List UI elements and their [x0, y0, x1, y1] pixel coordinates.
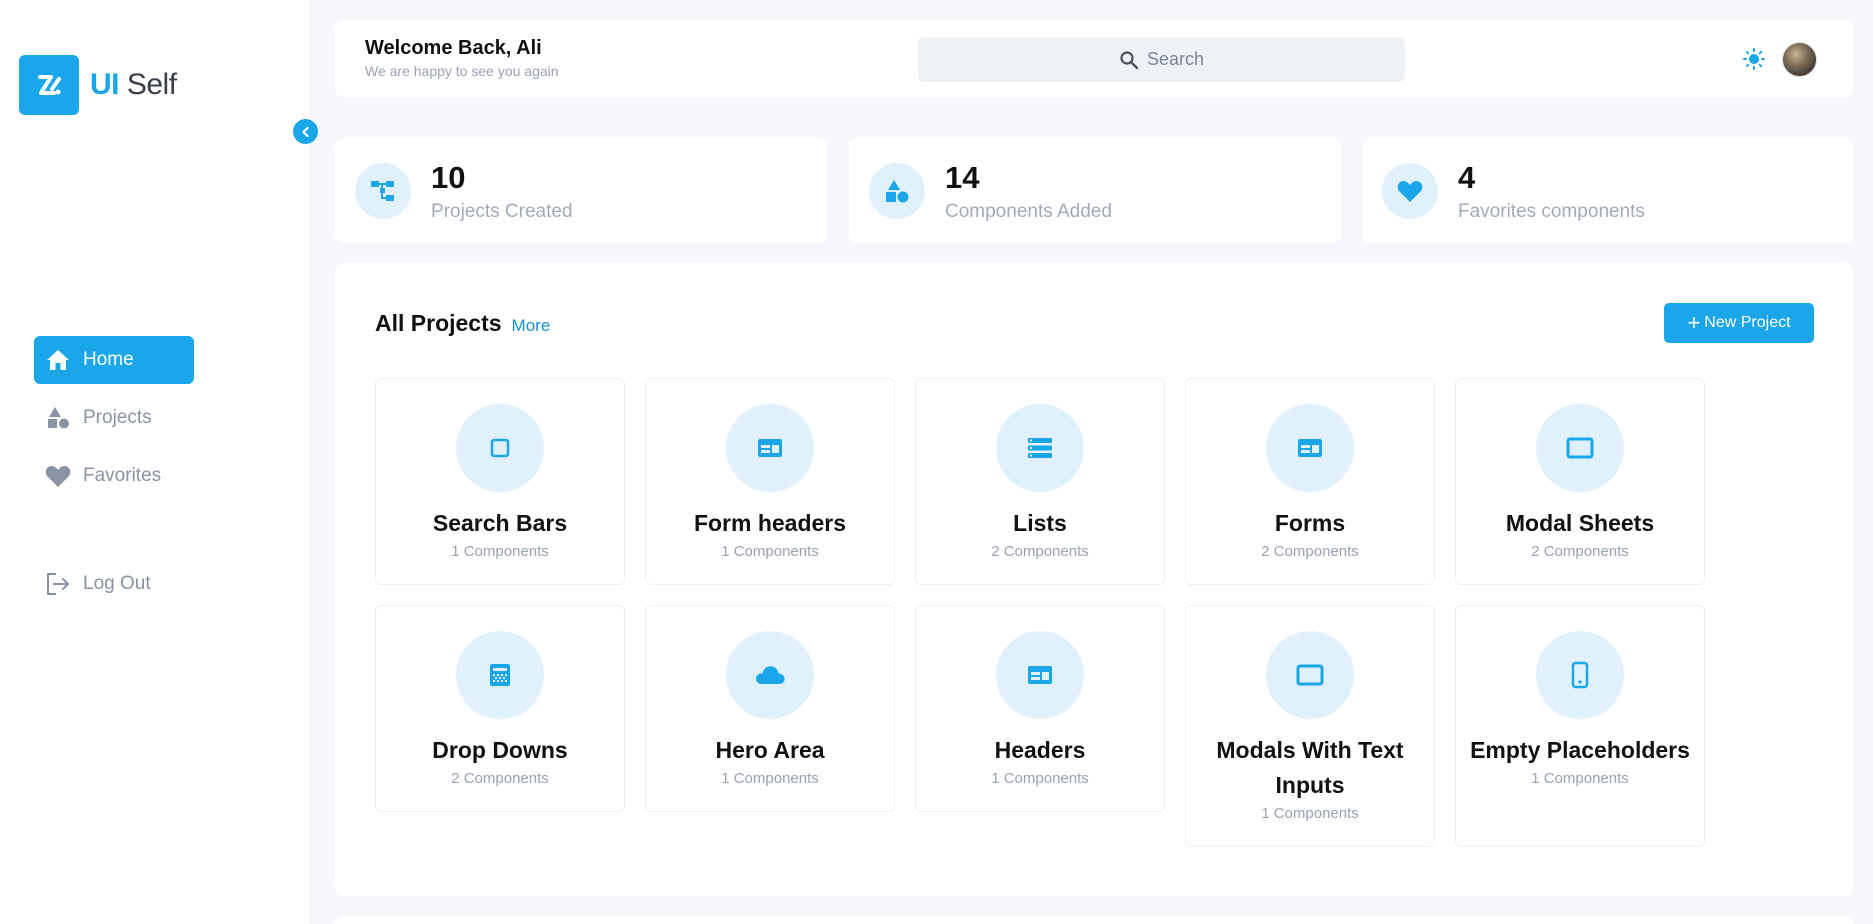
search-placeholder: Search — [1146, 49, 1205, 69]
project-name: Headers — [994, 737, 1086, 763]
logout-button[interactable]: Log Out — [34, 560, 194, 608]
collapse-sidebar-button[interactable] — [293, 119, 318, 144]
chevron-left-icon — [300, 126, 312, 138]
project-card[interactable]: Drop Downs 2 Components — [375, 605, 625, 812]
project-count: 1 Components — [1261, 805, 1359, 822]
home-icon — [45, 347, 71, 373]
modal-input-icon — [1266, 631, 1354, 719]
project-name: Search Bars — [432, 510, 568, 536]
sidebar-item-label: Projects — [83, 407, 152, 428]
project-count: 1 Components — [991, 770, 1089, 787]
new-project-button[interactable]: + New Project — [1664, 303, 1814, 343]
new-project-label: New Project — [1704, 314, 1791, 331]
stat-card-favorites: 4 Favorites components — [1362, 138, 1854, 243]
stat-label: Projects Created — [431, 201, 573, 222]
heart-icon — [1382, 163, 1438, 219]
project-card[interactable]: Hero Area 1 Components — [645, 605, 895, 812]
app-logo[interactable]: UI Self — [19, 55, 177, 115]
stat-label: Components Added — [945, 201, 1112, 222]
form-icon — [1266, 404, 1354, 492]
welcome-title: Welcome Back, Ali — [365, 37, 542, 59]
search-bar[interactable]: Search — [918, 37, 1405, 82]
sidebar-item-label: Favorites — [83, 465, 162, 486]
project-name: Modal Sheets — [1505, 510, 1655, 536]
avatar[interactable] — [1782, 42, 1817, 77]
project-name: Modals With Text Inputs — [1216, 737, 1404, 798]
list-icon — [996, 404, 1084, 492]
shapes-icon — [869, 163, 925, 219]
dropdown-icon — [456, 631, 544, 719]
stat-value: 10 — [431, 160, 466, 195]
project-count: 2 Components — [451, 770, 549, 787]
project-card[interactable]: Forms 2 Components — [1185, 378, 1435, 585]
panel-header: All Projects More — [375, 310, 550, 337]
project-card[interactable]: Form headers 1 Components — [645, 378, 895, 585]
project-name: Form headers — [693, 510, 847, 536]
welcome-block: Welcome Back, Ali We are happy to see yo… — [365, 37, 559, 79]
hierarchy-icon — [355, 163, 411, 219]
all-projects-panel: All Projects More + New Project Search B… — [335, 263, 1854, 896]
project-count: 2 Components — [1261, 543, 1359, 560]
project-name: Drop Downs — [432, 737, 568, 763]
sun-icon — [1743, 48, 1765, 70]
project-count: 2 Components — [991, 543, 1089, 560]
project-count: 1 Components — [721, 770, 819, 787]
logout-label: Log Out — [83, 573, 151, 594]
search-icon — [1119, 50, 1139, 70]
stat-card-projects: 10 Projects Created — [335, 138, 827, 243]
project-count: 1 Components — [721, 543, 819, 560]
square-icon — [456, 404, 544, 492]
logo-name: Self — [126, 68, 177, 101]
project-count: 1 Components — [451, 543, 549, 560]
modal-icon — [1536, 404, 1624, 492]
stat-label: Favorites components — [1458, 201, 1645, 222]
sidebar-item-favorites[interactable]: Favorites — [34, 452, 194, 500]
project-name: Empty Placeholders — [1470, 737, 1690, 763]
sidebar-nav: Home Projects Favorites Log Out — [34, 336, 194, 618]
logo-accent: UI — [90, 68, 120, 101]
stat-value: 4 — [1458, 160, 1476, 195]
sidebar-item-projects[interactable]: Projects — [34, 394, 194, 442]
project-name: Hero Area — [715, 737, 825, 763]
stat-value: 14 — [945, 160, 980, 195]
project-card[interactable]: Modal Sheets 2 Components — [1455, 378, 1705, 585]
stat-card-components: 14 Components Added — [849, 138, 1341, 243]
project-name: Lists — [1013, 510, 1067, 536]
logout-icon — [45, 571, 71, 597]
bottom-panel — [335, 916, 1854, 924]
project-count: 2 Components — [1531, 543, 1629, 560]
panel-title: All Projects — [375, 310, 502, 336]
logo-icon — [19, 55, 79, 115]
sidebar-item-label: Home — [83, 349, 134, 370]
header-icon — [996, 631, 1084, 719]
heart-icon — [45, 463, 71, 489]
logo-text: UI Self — [90, 68, 177, 102]
theme-toggle-button[interactable] — [1743, 48, 1765, 70]
more-link[interactable]: More — [512, 316, 551, 336]
welcome-subtitle: We are happy to see you again — [365, 63, 559, 79]
shapes-icon — [45, 405, 71, 431]
sidebar: UI Self Home Projects Favorites Log Out — [0, 0, 309, 924]
form-header-icon — [726, 404, 814, 492]
plus-icon: + — [1687, 310, 1701, 335]
sidebar-item-home[interactable]: Home — [34, 336, 194, 384]
project-card[interactable]: Empty Placeholders 1 Components — [1455, 605, 1705, 847]
project-card[interactable]: Search Bars 1 Components — [375, 378, 625, 585]
topbar: Welcome Back, Ali We are happy to see yo… — [335, 20, 1854, 97]
project-card[interactable]: Modals With Text Inputs 1 Components — [1185, 605, 1435, 847]
project-card[interactable]: Headers 1 Components — [915, 605, 1165, 812]
phone-icon — [1536, 631, 1624, 719]
project-card[interactable]: Lists 2 Components — [915, 378, 1165, 585]
project-count: 1 Components — [1531, 770, 1629, 787]
project-name: Forms — [1274, 510, 1346, 536]
cloud-icon — [726, 631, 814, 719]
